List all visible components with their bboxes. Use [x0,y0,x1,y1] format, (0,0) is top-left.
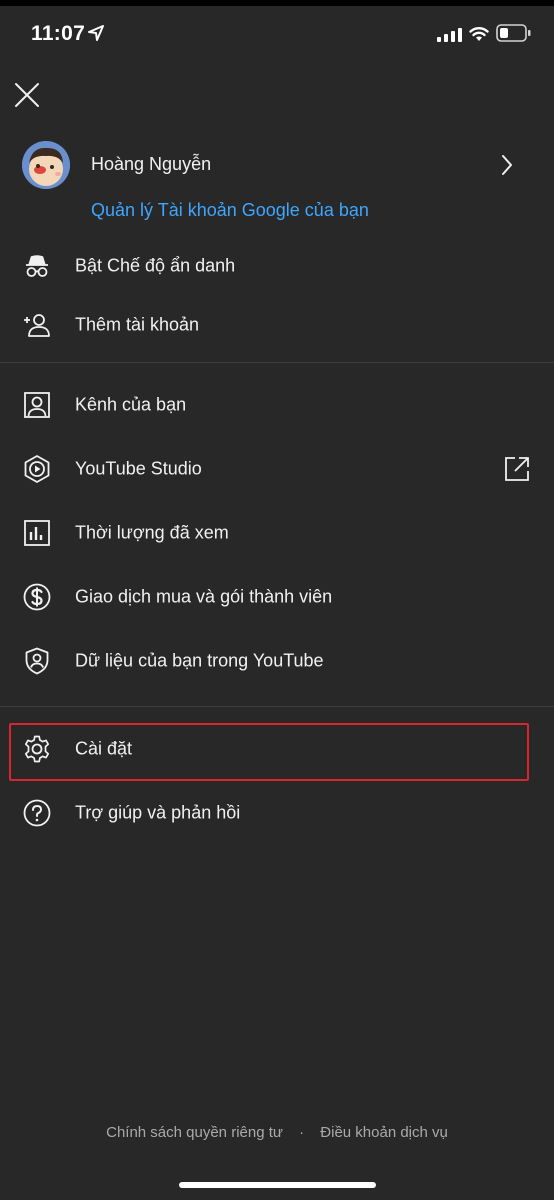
wifi-icon [469,27,489,41]
divider [0,362,554,363]
menu-item-time-watched[interactable]: Thời lượng đã xem [0,504,554,562]
avatar-illustration-icon [22,141,70,189]
help-icon [23,799,51,827]
account-header[interactable]: Hoàng Nguyễn Quản lý Tài khoản Google củ… [0,135,554,225]
menu-item-help[interactable]: Trợ giúp và phản hồi [0,784,554,842]
menu-item-purchases[interactable]: Giao dịch mua và gói thành viên [0,568,554,626]
close-icon [15,83,39,107]
menu-label-your-data: Dữ liệu của bạn trong YouTube [75,650,324,671]
menu-label-youtube-studio: YouTube Studio [75,458,202,479]
external-link-icon [505,457,529,481]
divider [0,706,554,707]
menu-item-add-account[interactable]: Thêm tài khoản [0,296,554,354]
close-button[interactable] [12,80,42,110]
menu-item-youtube-studio[interactable]: YouTube Studio [0,440,554,498]
dollar-icon [23,583,51,611]
privacy-policy-link[interactable]: Chính sách quyền riêng tư [106,1124,283,1141]
menu-label-incognito: Bật Chế độ ẩn danh [75,255,236,276]
menu-label-time-watched: Thời lượng đã xem [75,522,229,543]
account-name[interactable]: Hoàng Nguyễn [91,154,211,175]
menu-label-your-channel: Kênh của bạn [75,394,187,415]
chevron-right-icon[interactable] [500,154,514,176]
bar-chart-icon [24,520,50,546]
menu-label-purchases: Giao dịch mua và gói thành viên [75,586,333,607]
menu-label-help: Trợ giúp và phản hồi [75,802,241,823]
status-time: 11:07 [31,22,86,45]
location-arrow-icon [88,25,104,41]
add-account-icon [24,314,50,337]
menu-item-your-channel[interactable]: Kênh của bạn [0,376,554,434]
youtube-studio-icon [24,455,50,483]
channel-icon [24,392,50,418]
terms-of-service-link[interactable]: Điều khoản dịch vụ [320,1124,448,1141]
footer-separator: · [299,1124,305,1141]
battery-icon [496,24,531,42]
menu-label-add-account: Thêm tài khoản [75,314,200,335]
manage-google-account-link[interactable]: Quản lý Tài khoản Google của bạn [91,200,369,221]
home-indicator[interactable] [179,1182,376,1188]
menu-item-incognito[interactable]: Bật Chế độ ẩn danh [0,237,554,295]
cellular-signal-icon [437,28,462,42]
footer-links: Chính sách quyền riêng tư · Điều khoản d… [0,1124,554,1141]
status-bar: 11:07 [0,6,554,60]
settings-highlight-box [9,723,529,781]
incognito-icon [26,255,48,277]
avatar[interactable] [22,141,70,189]
shield-user-icon [25,647,49,675]
menu-item-your-data[interactable]: Dữ liệu của bạn trong YouTube [0,632,554,690]
